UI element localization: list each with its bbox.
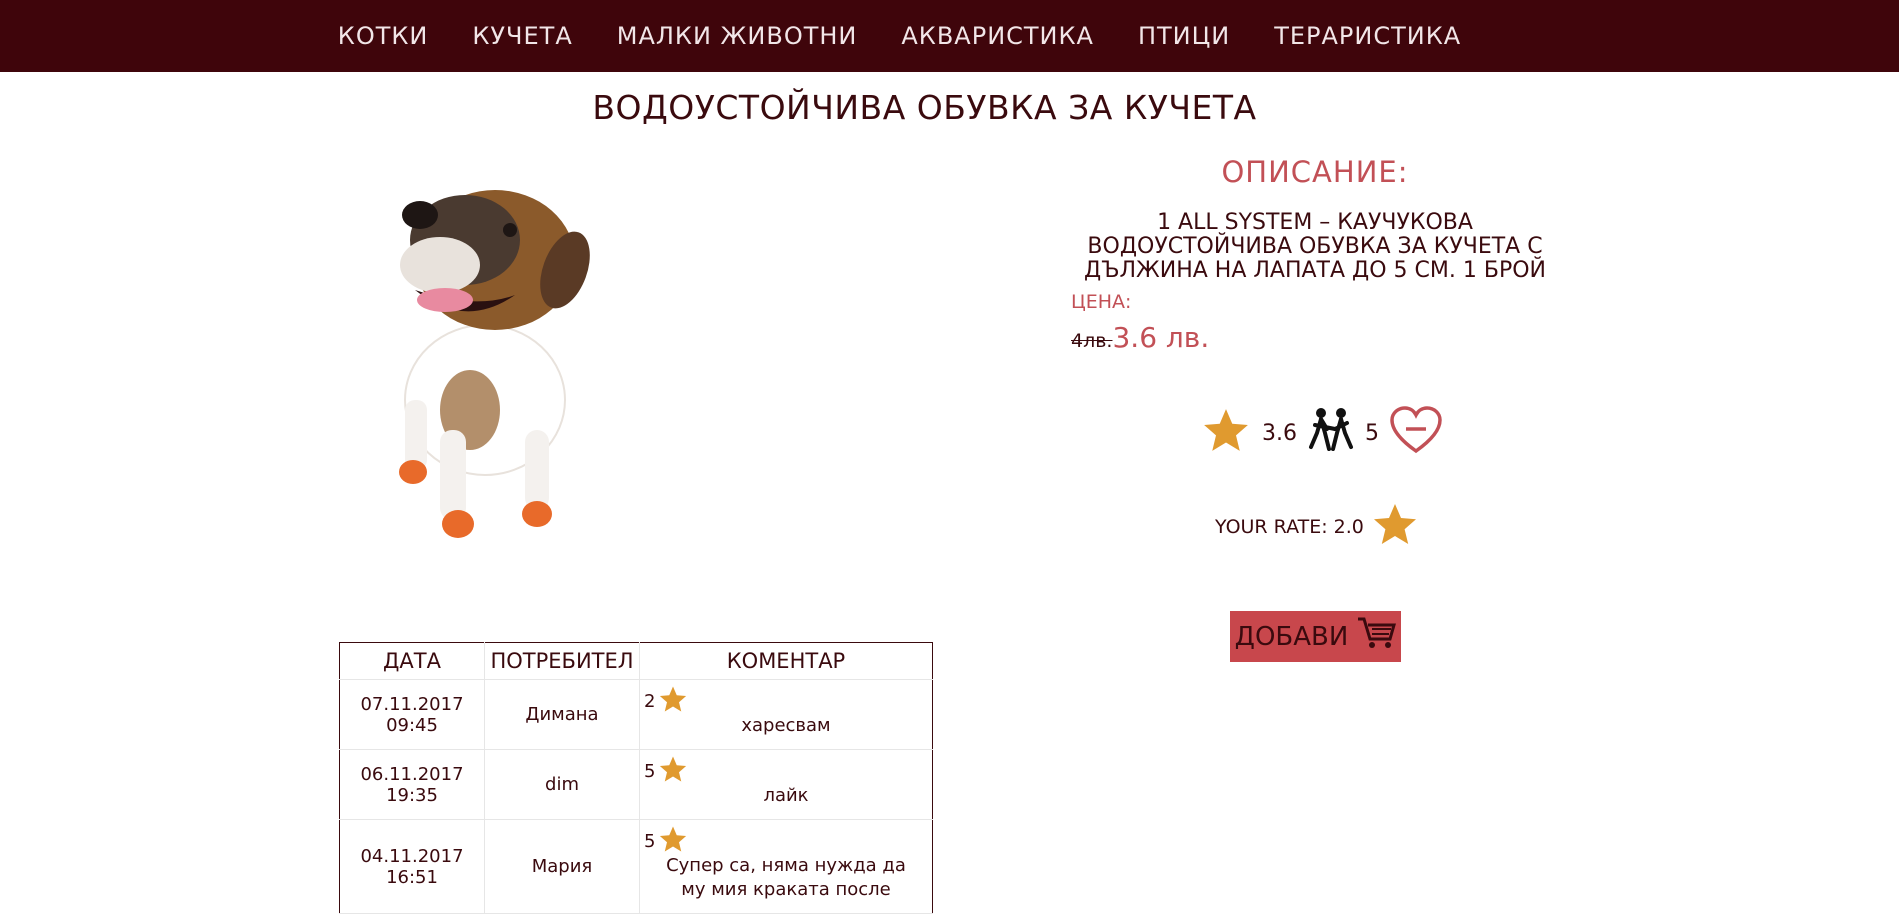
- comment-text: лайк: [763, 784, 809, 806]
- comment-text: Супер са, няма нужда да му мия краката п…: [666, 854, 906, 900]
- description-text: 1 ALL SYSTEM – КАУЧУКОВА ВОДОУСТОЙЧИВА О…: [1084, 210, 1546, 283]
- comment-rating: 5: [644, 754, 689, 789]
- description-panel: ОПИСАНИЕ: 1 ALL SYSTEM – КАУЧУКОВА ВОДОУ…: [1060, 155, 1570, 354]
- old-price: 4лв.: [1071, 330, 1113, 352]
- nav-menu: КОТКИ КУЧЕТА МАЛКИ ЖИВОТНИ АКВАРИСТИКА П…: [316, 22, 1483, 50]
- comment-rating: 2: [644, 684, 689, 719]
- dog-photo-icon: [399, 190, 590, 538]
- your-rate: YOUR RATE: 2.0: [1215, 500, 1420, 553]
- rating-stats: 3.6 5: [1200, 405, 1443, 461]
- your-rate-star-icon[interactable]: [1370, 500, 1420, 553]
- product-image: [345, 160, 645, 540]
- rating-value: 3.6: [1262, 420, 1297, 446]
- heart-minus-icon[interactable]: [1389, 405, 1443, 461]
- top-navbar: КОТКИ КУЧЕТА МАЛКИ ЖИВОТНИ АКВАРИСТИКА П…: [0, 0, 1899, 72]
- nav-item-dogs[interactable]: КУЧЕТА: [450, 22, 594, 50]
- table-row: 07.11.2017 09:45 Димана 2 харесвам: [339, 679, 933, 750]
- star-icon: [657, 754, 689, 789]
- header-user: ПОТРЕБИТЕЛ: [484, 642, 640, 680]
- page-title-wrapper: ВОДОУСТОЙЧИВА ОБУВКА ЗА КУЧЕТА: [0, 88, 1899, 127]
- comments-table: ДАТА ПОТРЕБИТЕЛ КОМЕНТАР 07.11.2017 09:4…: [339, 642, 933, 914]
- star-icon: [657, 824, 689, 859]
- comment-text: харесвам: [741, 714, 831, 736]
- header-comment: КОМЕНТАР: [639, 642, 933, 680]
- add-to-cart-button[interactable]: ДОБАВИ: [1230, 611, 1401, 662]
- nav-item-terraristics[interactable]: ТЕРАРИСТИКА: [1252, 22, 1483, 50]
- table-row: 04.11.2017 16:51 Мария 5 Супер са, няма …: [339, 819, 933, 914]
- nav-item-aquaristics[interactable]: АКВАРИСТИКА: [879, 22, 1116, 50]
- table-row: 06.11.2017 19:35 dim 5 лайк: [339, 749, 933, 820]
- add-button-label: ДОБАВИ: [1234, 621, 1349, 652]
- comment-rating-value: 2: [644, 691, 656, 712]
- comment-rating: 5: [644, 824, 689, 859]
- comment-rating-value: 5: [644, 831, 656, 852]
- price-label: ЦЕНА:: [1071, 291, 1132, 313]
- comment-user: Димана: [484, 679, 640, 750]
- comment-date: 07.11.2017 09:45: [339, 679, 485, 750]
- table-header-row: ДАТА ПОТРЕБИТЕЛ КОМЕНТАР: [339, 642, 933, 680]
- comment-user: dim: [484, 749, 640, 820]
- comment-cell: 2 харесвам: [639, 679, 933, 750]
- comment-user: Мария: [484, 819, 640, 914]
- header-date: ДАТА: [339, 642, 485, 680]
- cart-icon: [1356, 615, 1397, 658]
- star-icon: [657, 684, 689, 719]
- nav-item-small-animals[interactable]: МАЛКИ ЖИВОТНИ: [595, 22, 880, 50]
- comment-rating-value: 5: [644, 761, 656, 782]
- nav-item-birds[interactable]: ПТИЦИ: [1116, 22, 1252, 50]
- nav-item-cats[interactable]: КОТКИ: [316, 22, 451, 50]
- your-rate-label: YOUR RATE: 2.0: [1215, 515, 1364, 538]
- new-price: 3.6 лв.: [1112, 321, 1210, 354]
- description-heading: ОПИСАНИЕ:: [1221, 155, 1409, 189]
- comment-date: 06.11.2017 19:35: [339, 749, 485, 820]
- comment-cell: 5 лайк: [639, 749, 933, 820]
- price-row: 4лв.3.6 лв.: [1060, 321, 1570, 354]
- voters-count: 5: [1365, 420, 1379, 446]
- people-icon: [1307, 407, 1355, 459]
- comment-cell: 5 Супер са, няма нужда да му мия краката…: [639, 819, 933, 914]
- page-title: ВОДОУСТОЙЧИВА ОБУВКА ЗА КУЧЕТА: [592, 88, 1257, 127]
- star-icon: [1200, 405, 1252, 461]
- comment-date: 04.11.2017 16:51: [339, 819, 485, 914]
